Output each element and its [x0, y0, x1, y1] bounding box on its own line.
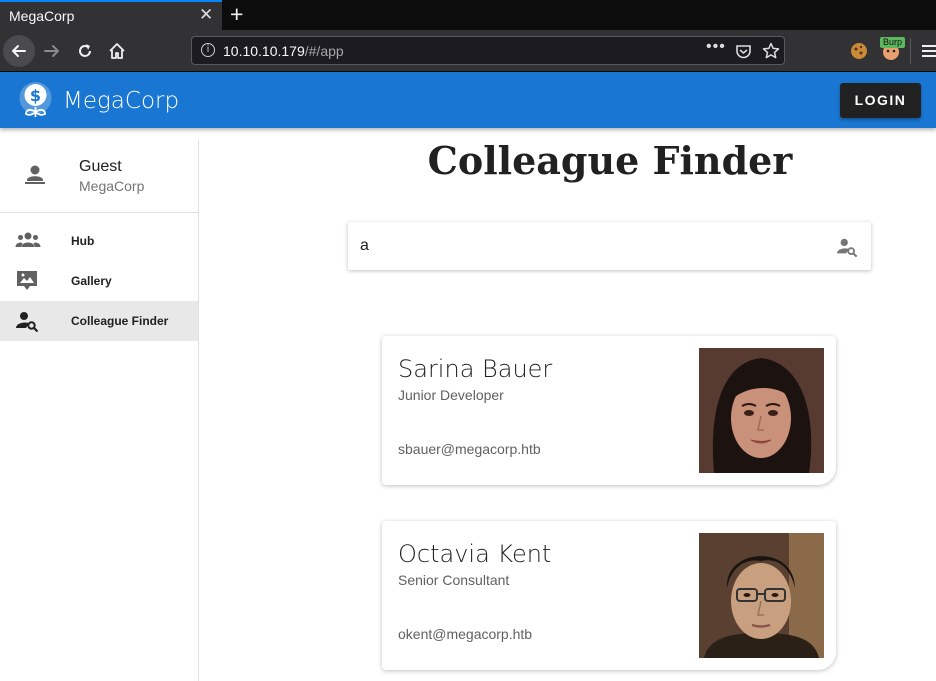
search-input[interactable]	[360, 235, 820, 257]
colleague-card[interactable]: Sarina Bauer Junior Developer sbauer@meg…	[382, 336, 836, 485]
page-actions-icon[interactable]: •••	[706, 38, 726, 56]
bookmark-star-icon[interactable]	[762, 42, 780, 60]
sidebar-item-label: Colleague Finder	[71, 314, 169, 328]
login-button[interactable]: LOGIN	[840, 83, 921, 118]
user-profile: Guest MegaCorp	[0, 140, 198, 213]
sidebar-item-gallery[interactable]: Gallery	[0, 261, 198, 301]
site-info-icon[interactable]: i	[201, 43, 215, 57]
sidebar-item-colleague-finder[interactable]: Colleague Finder	[0, 301, 198, 341]
user-name: Guest	[79, 158, 122, 175]
sidebar-item-label: Hub	[71, 234, 95, 248]
colleague-name: Octavia Kent	[398, 540, 552, 568]
user-icon	[25, 165, 45, 184]
sidebar-item-hub[interactable]: Hub	[0, 221, 198, 261]
sidebar: Guest MegaCorp Hub Gallery Colleague Fin…	[0, 140, 199, 681]
app-bar: $ MegaCorp LOGIN	[0, 72, 936, 128]
colleague-role: Senior Consultant	[398, 572, 510, 588]
man-portrait-glasses-image	[699, 533, 824, 658]
reload-icon[interactable]	[75, 41, 95, 61]
address-bar[interactable]: i 10.10.10.179/#/app •••	[191, 36, 785, 65]
people-icon	[15, 232, 41, 247]
back-button[interactable]	[3, 35, 35, 67]
burp-badge: Burp	[880, 37, 906, 48]
megacorp-logo: $	[19, 82, 52, 117]
woman-portrait-image	[699, 348, 824, 473]
browser-tab-strip: MegaCorp ✕ +	[0, 0, 936, 30]
url-text: 10.10.10.179/#/app	[223, 43, 344, 59]
browser-tab[interactable]: MegaCorp ✕	[0, 0, 222, 30]
colleague-card[interactable]: Octavia Kent Senior Consultant okent@meg…	[382, 521, 836, 670]
back-arrow-icon	[12, 45, 26, 57]
pocket-icon[interactable]	[735, 43, 752, 60]
browser-toolbar: i 10.10.10.179/#/app ••• Burp	[0, 30, 936, 72]
search-box	[348, 222, 871, 270]
app-brand[interactable]: MegaCorp	[63, 88, 179, 114]
home-icon[interactable]	[107, 41, 127, 61]
hamburger-menu-icon[interactable]	[920, 43, 936, 59]
colleague-name: Sarina Bauer	[398, 355, 553, 383]
colleague-email[interactable]: sbauer@megacorp.htb	[398, 441, 541, 457]
cookie-extension-icon[interactable]	[850, 42, 868, 60]
person-search-icon[interactable]	[836, 236, 858, 258]
forward-arrow-icon[interactable]	[42, 41, 62, 61]
user-org: MegaCorp	[79, 178, 145, 194]
colleague-email[interactable]: okent@megacorp.htb	[398, 626, 532, 642]
colleague-photo	[699, 348, 824, 473]
toolbar-divider	[910, 38, 911, 64]
colleague-role: Junior Developer	[398, 387, 504, 403]
new-tab-icon[interactable]: +	[230, 1, 243, 28]
tab-title: MegaCorp	[9, 8, 75, 24]
svg-text:$: $	[30, 86, 41, 105]
gallery-icon	[17, 271, 37, 290]
tab-close-icon[interactable]: ✕	[199, 5, 213, 25]
person-search-icon	[16, 312, 39, 333]
colleague-photo	[699, 533, 824, 658]
page-title: Colleague Finder	[427, 138, 793, 183]
sidebar-item-label: Gallery	[71, 274, 112, 288]
